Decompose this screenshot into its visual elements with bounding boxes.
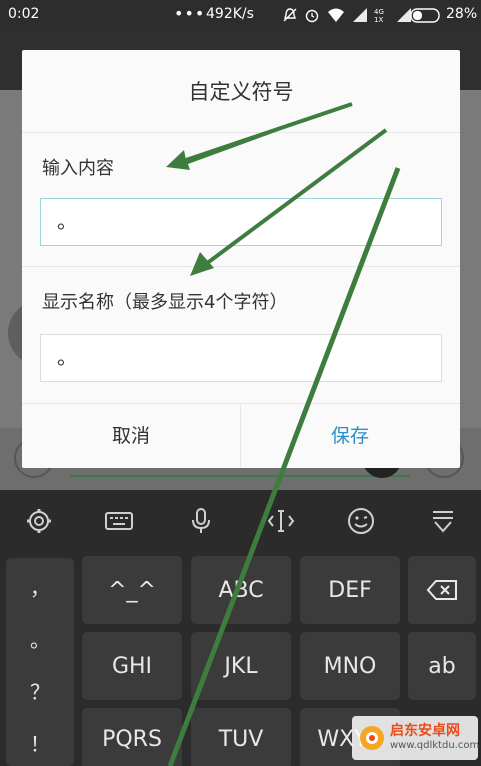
content-input[interactable]: 。 <box>40 198 442 246</box>
status-bar: 0:02 ••• 492K/s 4G 1X 28% <box>0 0 481 30</box>
punctuation-comma[interactable]: ， <box>6 572 74 601</box>
save-button[interactable]: 保存 <box>241 404 459 468</box>
battery-percent: 28% <box>446 6 478 22</box>
keyboard-toolbar <box>0 490 481 550</box>
cancel-button[interactable]: 取消 <box>22 404 240 468</box>
watermark-url: www.qdlktdu.com <box>390 740 480 751</box>
network-speed: 492K/s <box>206 6 254 22</box>
keyboard-icon[interactable] <box>104 506 134 536</box>
punctuation-question[interactable]: ？ <box>6 676 74 705</box>
key-tuv[interactable]: TUV <box>191 708 291 766</box>
cursor-icon[interactable] <box>266 506 296 536</box>
mute-icon <box>283 8 297 22</box>
key-ab[interactable]: ab <box>408 632 476 700</box>
4g-icon: 4G 1X <box>374 8 384 23</box>
mic-icon[interactable] <box>186 506 216 536</box>
backspace-icon <box>426 580 457 600</box>
watermark-name: 启东安卓网 <box>390 723 460 739</box>
svg-text:4G: 4G <box>374 8 384 16</box>
display-name-input[interactable]: 。 <box>40 334 442 382</box>
key-abc[interactable]: ABC <box>191 556 291 624</box>
punctuation-exclaim[interactable]: ！ <box>6 728 74 757</box>
input-underline <box>70 475 410 477</box>
key-mno[interactable]: MNO <box>300 632 400 700</box>
key-def[interactable]: DEF <box>300 556 400 624</box>
key-jkl[interactable]: JKL <box>191 632 291 700</box>
emoji-icon[interactable] <box>346 506 376 536</box>
wifi-icon <box>328 8 344 22</box>
site-watermark: 启东安卓网 www.qdlktdu.com <box>352 716 480 760</box>
content-label: 输入内容 <box>42 158 114 179</box>
dialog-divider <box>22 132 460 133</box>
punctuation-period[interactable]: 。 <box>6 624 74 653</box>
signal-icon <box>353 8 367 22</box>
key-emoticon[interactable]: ^_^ <box>82 556 182 624</box>
dialog-title: 自定义符号 <box>188 80 294 104</box>
alarm-icon <box>305 9 319 23</box>
status-time: 0:02 <box>8 6 40 22</box>
punctuation-column[interactable]: ， 。 ？ ！ <box>6 558 74 766</box>
key-pqrs[interactable]: PQRS <box>82 708 182 766</box>
watermark-logo-icon <box>360 726 384 750</box>
notification-dots: ••• <box>174 4 206 23</box>
dialog-divider <box>22 266 460 267</box>
delete-key[interactable] <box>408 556 476 624</box>
battery-icon <box>410 8 440 23</box>
custom-symbol-dialog: 自定义符号 输入内容 。 显示名称（最多显示4个字符） 。 取消 保存 <box>22 50 460 468</box>
hide-keyboard-icon[interactable] <box>428 506 458 536</box>
svg-text:1X: 1X <box>374 16 383 23</box>
display-name-label: 显示名称（最多显示4个字符） <box>42 292 288 313</box>
settings-icon[interactable] <box>24 506 54 536</box>
key-ghi[interactable]: GHI <box>82 632 182 700</box>
